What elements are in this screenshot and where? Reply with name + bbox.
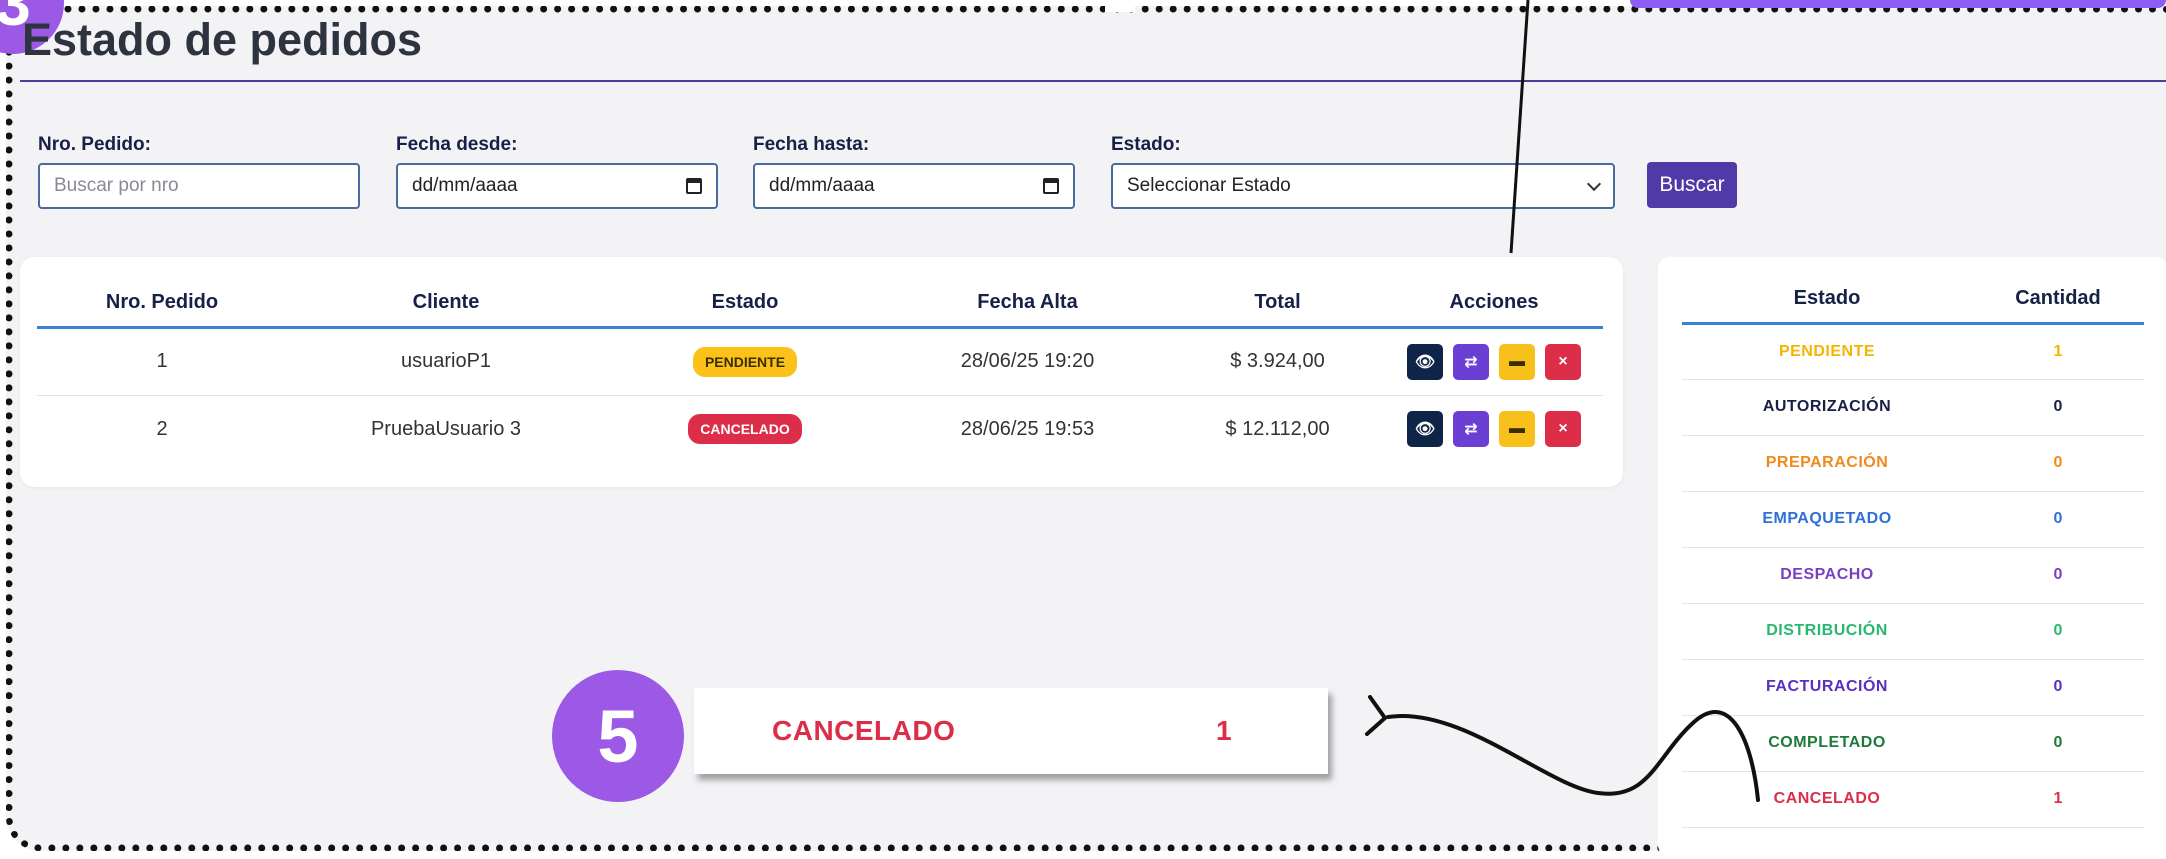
fecha-desde-value: dd/mm/aaaa (412, 175, 518, 196)
order-nro: 1 (37, 327, 287, 396)
summary-cantidad: 1 (1972, 771, 2144, 828)
calendar-icon[interactable] (1043, 178, 1059, 194)
view-button[interactable]: 👁 (1407, 411, 1443, 448)
summary-cantidad: 0 (1972, 547, 2144, 604)
estado-label: Estado: (1111, 134, 1181, 155)
fecha-hasta-input[interactable]: dd/mm/aaaa (753, 163, 1075, 209)
summary-estado: COMPLETADO (1682, 715, 1972, 772)
payment-button[interactable]: ▬ (1499, 343, 1535, 380)
summary-estado: DISTRIBUCIÓN (1682, 603, 1972, 660)
summary-row: PENDIENTE 1 (1682, 323, 2144, 380)
swap-icon: ⇄ (1464, 421, 1478, 439)
summary-cantidad: 0 (1972, 491, 2144, 548)
col-total: Total (1170, 279, 1385, 329)
frame-gap (1105, 0, 1135, 12)
filter-bar: Nro. Pedido: Buscar por nro Fecha desde:… (20, 110, 2166, 230)
col-acciones: Acciones (1385, 279, 1603, 329)
change-status-button[interactable]: ⇄ (1453, 411, 1489, 448)
order-cliente: usuarioP1 (287, 327, 605, 396)
summary-estado: AUTORIZACIÓN (1682, 379, 1972, 436)
swap-icon: ⇄ (1464, 353, 1478, 371)
table-row: 2 PruebaUsuario 3 CANCELADO 28/06/25 19:… (37, 395, 1603, 463)
orders-card: Nro. Pedido Cliente Estado Fecha Alta To… (20, 257, 1623, 487)
summary-cantidad: 0 (1972, 603, 2144, 660)
summary-cantidad: 0 (1972, 659, 2144, 716)
col-fecha-alta: Fecha Alta (885, 279, 1170, 329)
order-nro: 2 (156, 417, 168, 440)
order-estado-cell: PENDIENTE (605, 327, 885, 396)
order-total: $ 12.112,00 (1225, 417, 1330, 440)
cancelado-callout: CANCELADO 1 (694, 688, 1328, 774)
order-estado-cell: CANCELADO (605, 395, 885, 463)
top-highlight-bar (1630, 0, 2166, 8)
summary-estado: PENDIENTE (1682, 323, 1972, 380)
col-cliente: Cliente (287, 279, 605, 329)
summary-row: CANCELADO 1 (1682, 771, 2144, 828)
cancel-order-button[interactable]: × (1545, 343, 1581, 380)
summary-estado: DESPACHO (1682, 547, 1972, 604)
order-total: $ 3.924,00 (1170, 327, 1385, 396)
step-badge-5: 5 (552, 670, 684, 802)
nro-pedido-input[interactable]: Buscar por nro (38, 163, 360, 209)
nro-pedido-label: Nro. Pedido: (38, 134, 151, 155)
estado-select-value: Seleccionar Estado (1127, 175, 1291, 196)
cancel-order-button[interactable]: × (1545, 411, 1581, 448)
status-summary-table: Estado Cantidad PENDIENTE 1 AUTORIZACIÓN 0 P… (1682, 275, 2144, 828)
orders-table: Nro. Pedido Cliente Estado Fecha Alta To… (37, 279, 1603, 463)
fecha-hasta-value: dd/mm/aaaa (769, 175, 875, 196)
summary-cantidad: 1 (1972, 323, 2144, 380)
summary-cantidad: 0 (1972, 379, 2144, 436)
status-summary-card: Estado Cantidad PENDIENTE 1 AUTORIZACIÓN 0 P… (1658, 257, 2166, 857)
summary-estado: FACTURACIÓN (1682, 659, 1972, 716)
summary-row: AUTORIZACIÓN 0 (1682, 379, 2144, 436)
eye-icon: 👁 (1414, 353, 1436, 371)
summary-cantidad: 0 (1972, 715, 2144, 772)
change-status-button[interactable]: ⇄ (1453, 343, 1489, 380)
fecha-desde-label: Fecha desde: (396, 134, 518, 155)
summary-estado: EMPAQUETADO (1682, 491, 1972, 548)
close-icon: × (1558, 420, 1568, 438)
page-title: Estado de pedidos (22, 14, 423, 65)
close-icon: × (1558, 352, 1568, 370)
nro-pedido-placeholder: Buscar por nro (54, 175, 179, 196)
callout-estado: CANCELADO (772, 715, 956, 746)
card-icon: ▬ (1509, 420, 1525, 438)
status-badge: CANCELADO (688, 414, 802, 445)
summary-header-row: Estado Cantidad (1682, 275, 2144, 325)
summary-estado: PREPARACIÓN (1682, 435, 1972, 492)
order-actions: 👁 ⇄ ▬ × (1385, 327, 1603, 396)
fecha-hasta-label: Fecha hasta: (753, 134, 870, 155)
order-fecha: 28/06/25 19:20 (885, 327, 1170, 396)
eye-icon: 👁 (1414, 421, 1436, 439)
estado-select[interactable]: Seleccionar Estado (1111, 163, 1615, 209)
summary-row: EMPAQUETADO 0 (1682, 491, 2144, 548)
summary-row: DISTRIBUCIÓN 0 (1682, 603, 2144, 660)
summary-cantidad: 0 (1972, 435, 2144, 492)
summary-row: DESPACHO 0 (1682, 547, 2144, 604)
col-estado: Estado (1682, 275, 1972, 325)
orders-header-row: Nro. Pedido Cliente Estado Fecha Alta To… (37, 279, 1603, 329)
table-row: 1 usuarioP1 PENDIENTE 28/06/25 19:20 $ 3… (37, 327, 1603, 396)
callout-cantidad: 1 (1216, 715, 1232, 746)
buscar-button[interactable]: Buscar (1647, 162, 1737, 208)
order-fecha: 28/06/25 19:53 (960, 417, 1095, 440)
summary-row: COMPLETADO 0 (1682, 715, 2144, 772)
summary-row: FACTURACIÓN 0 (1682, 659, 2144, 716)
view-button[interactable]: 👁 (1407, 343, 1443, 380)
col-estado: Estado (605, 279, 885, 329)
col-cantidad: Cantidad (1972, 275, 2144, 325)
chevron-down-icon (1586, 176, 1602, 191)
order-cliente: PruebaUsuario 3 (370, 417, 522, 440)
card-icon: ▬ (1509, 352, 1525, 370)
title-divider (20, 80, 2166, 82)
summary-estado: CANCELADO (1682, 771, 1972, 828)
summary-row: PREPARACIÓN 0 (1682, 435, 2144, 492)
calendar-icon[interactable] (686, 178, 702, 194)
fecha-desde-input[interactable]: dd/mm/aaaa (396, 163, 718, 209)
order-actions: 👁 ⇄ ▬ × (1385, 395, 1603, 463)
status-badge: PENDIENTE (692, 346, 798, 377)
payment-button[interactable]: ▬ (1499, 411, 1535, 448)
col-nro-pedido: Nro. Pedido (37, 279, 287, 329)
